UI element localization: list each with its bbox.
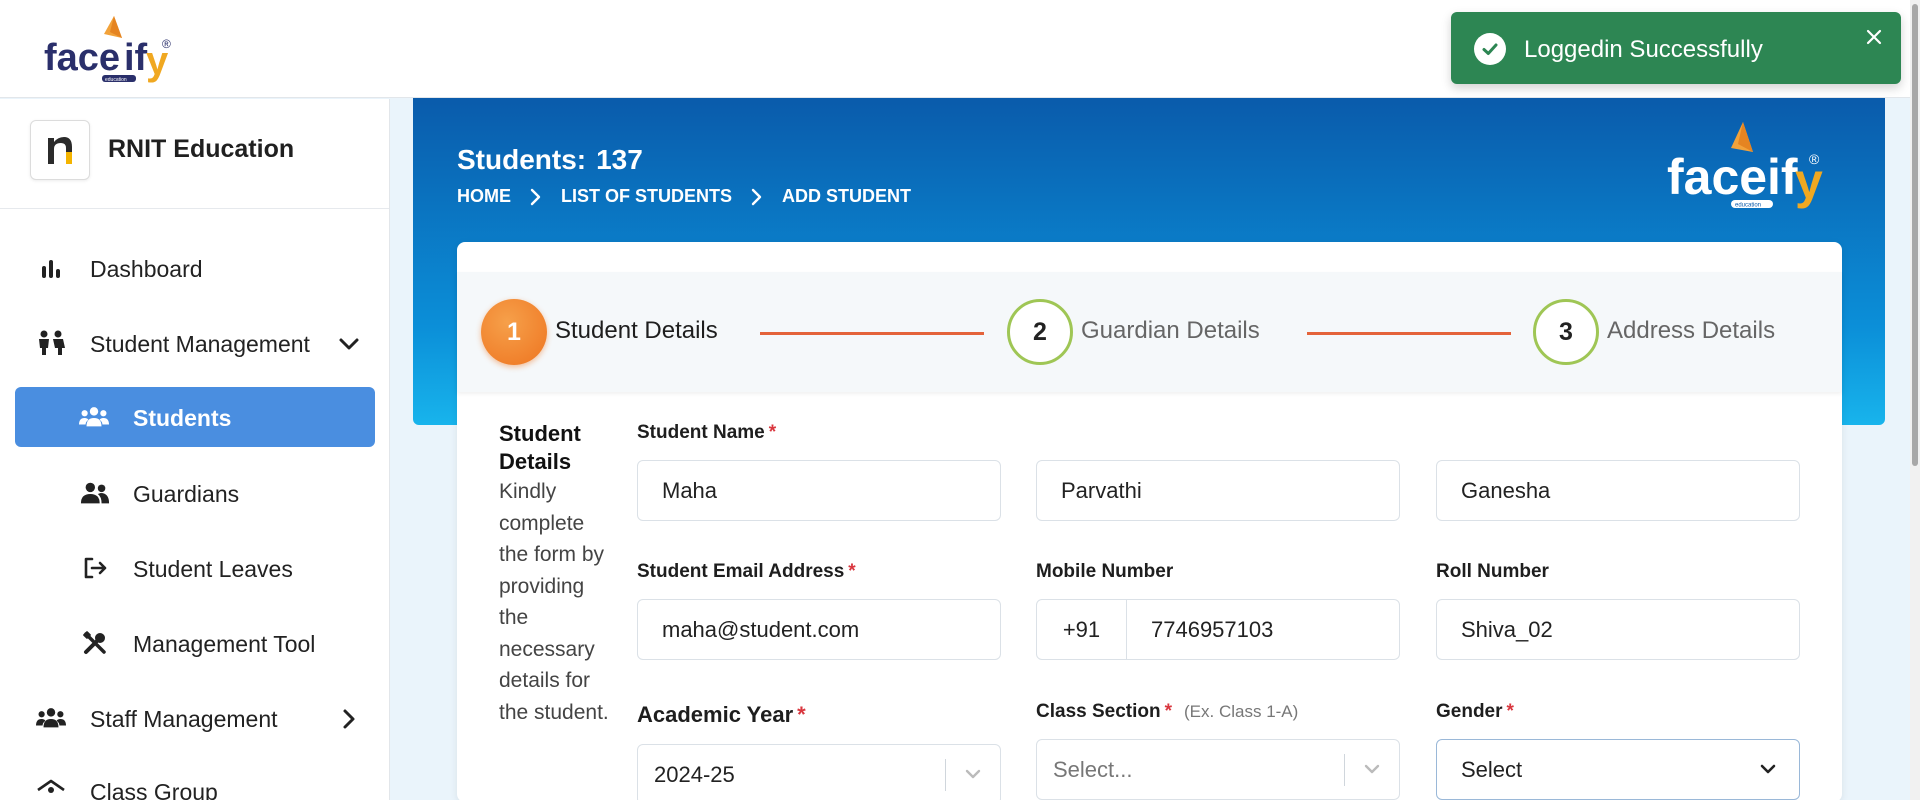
gender-select[interactable]: Select [1436,739,1800,800]
required-mark: * [848,561,856,582]
step-2-circle[interactable]: 2 [1007,299,1073,365]
sidebar-item-label: Student Management [90,331,310,357]
sidebar-item-student-leaves[interactable]: Student Leaves [0,538,389,598]
sidebar-item-label: Students [133,405,232,431]
sidebar-item-students[interactable]: Students [15,387,375,447]
step-1-label[interactable]: Student Details [555,317,718,345]
step-connector [760,332,984,335]
breadcrumb-add-student: ADD STUDENT [782,186,911,206]
add-student-card: 1 Student Details 2 Guardian Details 3 A… [457,242,1842,800]
org-header[interactable]: RNIT Education [0,99,389,209]
chevron-down-icon[interactable] [1361,758,1383,780]
logo-text-if: if [124,37,148,79]
sidebar-item-label: Management Tool [133,631,316,657]
step-2-label[interactable]: Guardian Details [1081,317,1260,345]
chevron-right-icon[interactable] [336,706,362,732]
school-icon [36,777,66,800]
class-section-select[interactable]: Select... [1036,739,1400,800]
student-name-label: Student Name * [637,422,777,443]
faceify-logo[interactable]: face if y ® education [42,14,182,84]
logo-sub: education [105,77,127,83]
logo-reg: ® [1809,151,1820,167]
class-section-label: Class Section * (Ex. Class 1-A) [1036,701,1299,722]
roll-number-label: Roll Number [1436,561,1549,582]
mobile-number-value[interactable]: 7746957103 [1151,617,1273,643]
country-code[interactable]: +91 [1037,600,1127,659]
sidebar-item-guardians[interactable]: Guardians [0,463,389,523]
required-mark: * [1164,701,1173,722]
logo-text-if: if [1767,149,1798,205]
academic-year-select[interactable]: 2024-25 [637,744,1001,800]
email-label: Student Email Address * [637,561,856,582]
chevron-right-icon [750,188,764,206]
page-scrollbar[interactable] [1910,0,1920,800]
roll-number-input[interactable]: Shiva_02 [1436,599,1800,660]
chevron-right-icon [529,188,543,206]
success-toast: Loggedin Successfully [1451,12,1901,84]
step-3-label[interactable]: Address Details [1607,317,1775,345]
middle-name-input[interactable]: Parvathi [1036,460,1400,521]
logo-text-face: face [1667,149,1767,205]
sidebar-item-management-tool[interactable]: Management Tool [0,613,389,673]
select-divider [945,759,946,791]
required-mark: * [797,702,806,727]
logo-text-face: face [44,37,120,79]
class-section-hint: (Ex. Class 1-A) [1184,702,1299,721]
last-name-input[interactable]: Ganesha [1436,460,1800,521]
sign-out-icon [80,554,110,582]
org-name: RNIT Education [108,135,295,163]
sidebar-item-dashboard[interactable]: Dashboard [0,238,389,298]
children-icon [36,329,66,357]
users-icon [36,704,66,732]
page-title-label: Students: [457,144,587,175]
step-1-circle[interactable]: 1 [481,299,547,365]
step-connector [1307,332,1511,335]
user-group-icon [80,479,110,507]
sidebar-item-label: Dashboard [90,256,203,282]
breadcrumb: HOME LIST OF STUDENTS ADD STUDENT [457,186,911,207]
scrollbar-thumb[interactable] [1912,4,1918,466]
section-description: Kindly complete the form by providing th… [499,480,609,724]
required-mark: * [768,422,777,443]
chevron-down-icon[interactable] [336,331,362,357]
close-icon[interactable] [1861,24,1887,50]
sidebar-item-class-group[interactable]: Class Group [0,761,389,800]
logo-sub: education [1735,203,1761,209]
student-count: 137 [596,144,643,175]
logo-reg: ® [162,37,171,51]
required-mark: * [1506,701,1514,722]
page-title: Students: 137 [457,144,643,176]
email-field[interactable]: maha@student.com [637,599,1001,660]
mobile-field[interactable]: +91 7746957103 [1036,599,1400,660]
users-icon [79,403,109,431]
sidebar: RNIT Education Dashboard Student Managem… [0,99,390,800]
check-circle-icon [1474,33,1506,65]
form-stepper: 1 Student Details 2 Guardian Details 3 A… [457,272,1842,392]
sidebar-item-label: Staff Management [90,706,278,732]
gender-label: Gender * [1436,701,1514,722]
section-title: Student Details [499,421,581,474]
chevron-down-icon[interactable] [962,763,984,785]
breadcrumb-home[interactable]: HOME [457,186,511,207]
sidebar-item-staff-management[interactable]: Staff Management [0,688,389,748]
faceify-logo: face if y ® education [1663,120,1823,210]
academic-year-value: 2024-25 [654,761,735,787]
gender-value: Select [1461,756,1523,782]
sidebar-item-label: Student Leaves [133,556,293,582]
bar-chart-icon [36,254,66,282]
breadcrumb-list-of-students[interactable]: LIST OF STUDENTS [561,186,732,207]
select-divider [1344,754,1345,786]
sidebar-item-student-management[interactable]: Student Management [0,313,389,373]
sidebar-item-label: Class Group [90,779,218,800]
step-3-circle[interactable]: 3 [1533,299,1599,365]
class-section-placeholder: Select... [1053,756,1133,782]
mobile-label: Mobile Number [1036,561,1174,582]
tools-icon [80,629,110,657]
first-name-input[interactable]: Maha [637,460,1001,521]
org-logo [30,120,90,180]
chevron-down-icon[interactable] [1757,758,1779,780]
academic-year-label: Academic Year * [637,702,806,727]
sidebar-item-label: Guardians [133,481,240,507]
toast-message: Loggedin Successfully [1524,36,1763,63]
